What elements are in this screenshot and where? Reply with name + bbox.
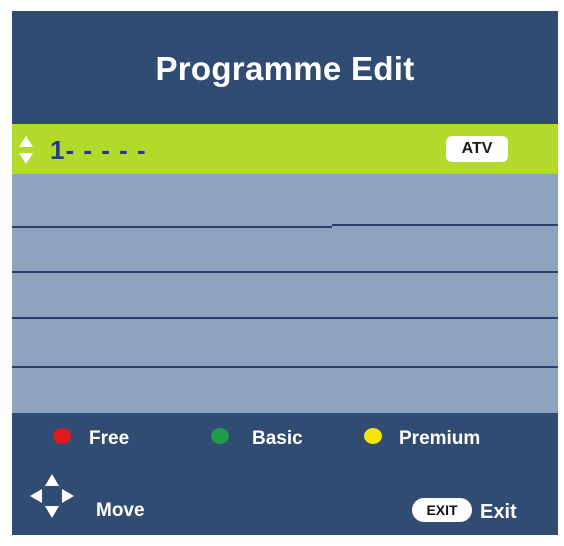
exit-key-icon[interactable]: EXIT [412,498,472,522]
red-dot-icon [53,428,71,444]
programme-row-empty[interactable] [12,228,558,271]
programme-list[interactable]: 1- - - - - ATV [12,124,558,413]
programme-name: 1- - - - - [50,135,147,165]
programme-row-empty[interactable] [12,319,558,366]
atv-badge: ATV [446,136,508,162]
exit-label: Exit [480,501,517,523]
header: Programme Edit [12,11,558,124]
footer-bar: Free Basic Premium Move EXIT Exit [12,413,558,535]
legend-basic-label: Basic [252,428,303,449]
programme-row-empty[interactable] [12,273,558,317]
legend-premium-label: Premium [399,428,481,449]
programme-row-selected[interactable]: 1- - - - - ATV [12,124,558,174]
programme-edit-panel: Programme Edit 1- - - - - ATV Free Basic… [12,11,558,535]
legend-free-label: Free [89,428,130,449]
navigation-arrows-icon [30,474,74,518]
yellow-dot-icon [364,428,382,444]
move-label: Move [96,500,145,521]
programme-row-empty[interactable] [12,368,558,413]
row-divider [332,224,558,226]
up-down-arrow-icon [19,136,33,164]
programme-row-empty[interactable] [12,174,558,226]
green-dot-icon [211,428,229,444]
page-title: Programme Edit [155,49,415,87]
